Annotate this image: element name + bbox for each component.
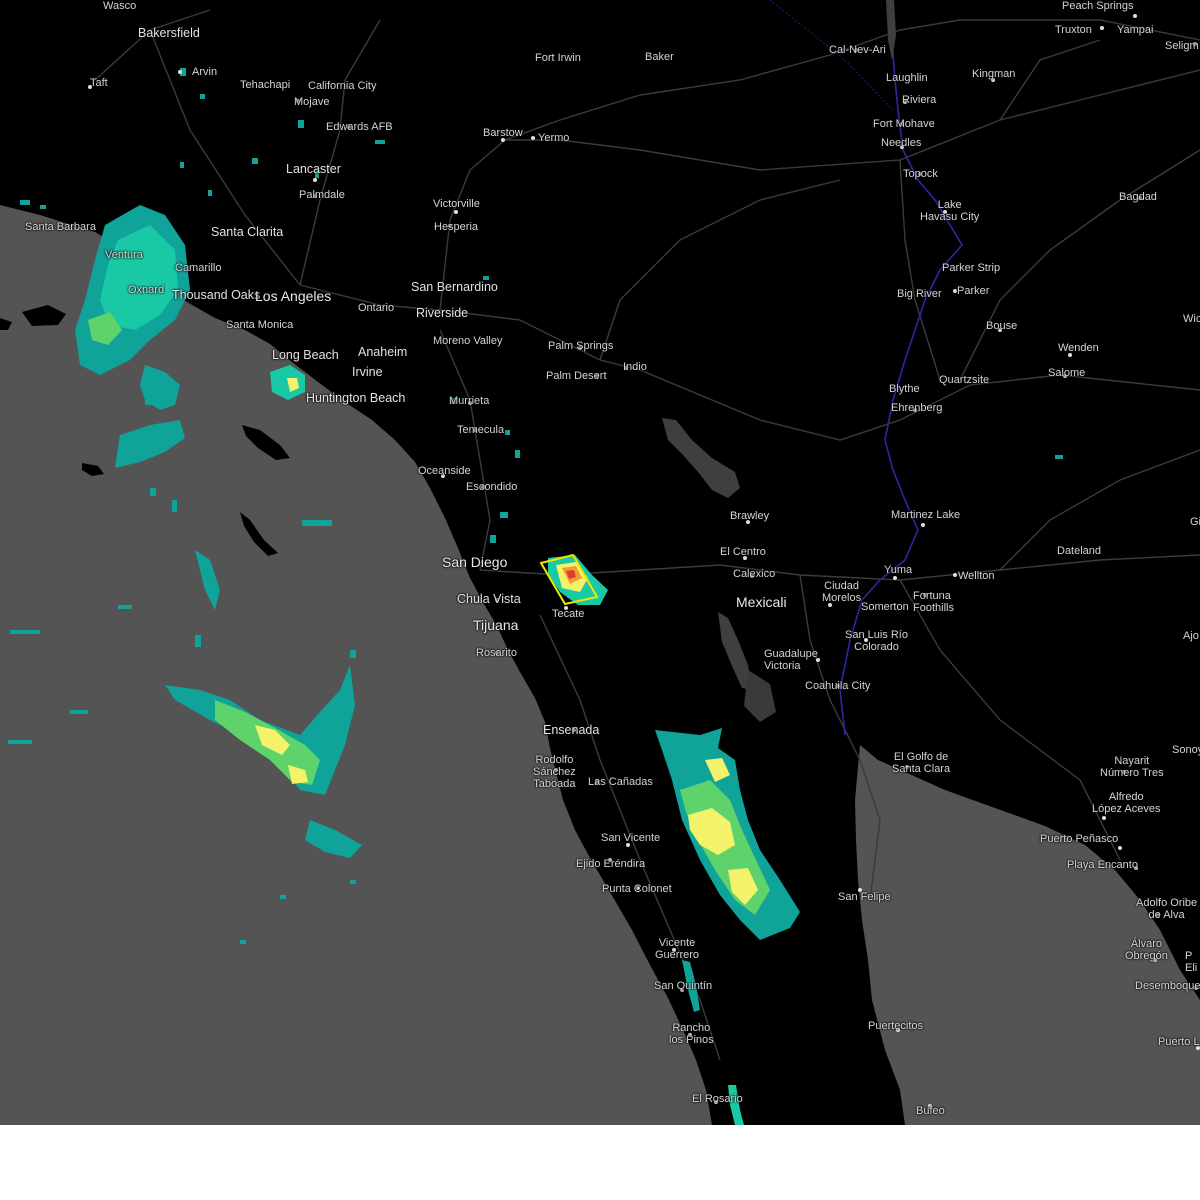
radar-map[interactable]: Wasco Bakersfield Arvin Taft Tehachapi Califo… xyxy=(0,0,1200,1125)
page-bottom-margin xyxy=(0,1125,1200,1200)
map-canvas[interactable] xyxy=(0,0,1200,1125)
